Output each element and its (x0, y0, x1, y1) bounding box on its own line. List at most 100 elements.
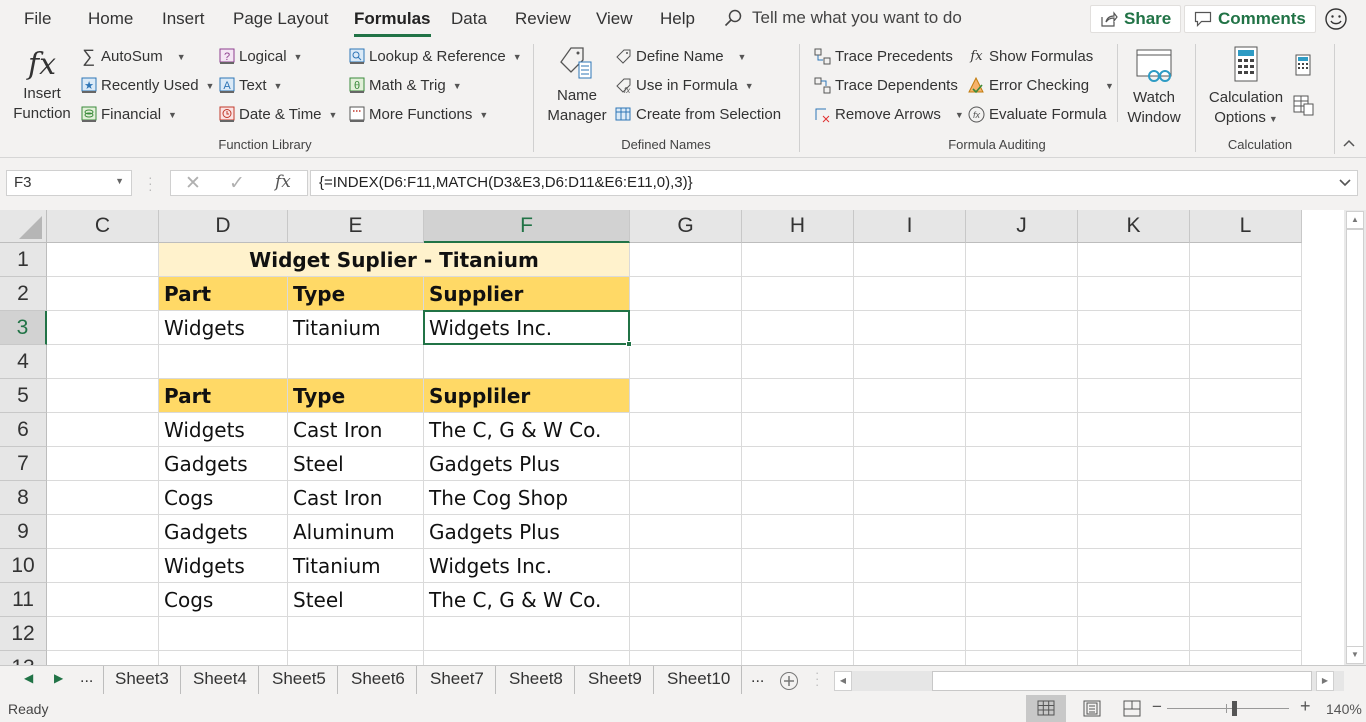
cell-I6[interactable] (854, 413, 966, 447)
worksheet-grid[interactable]: CDEFGHIJKL 12345678910111213 PartTypeSup… (0, 210, 1344, 665)
remove-arrows-button[interactable]: Remove Arrows ▼ (814, 106, 964, 123)
cell-F10[interactable]: Widgets Inc. (424, 549, 630, 583)
show-formulas-button[interactable]: fx Show Formulas (968, 48, 1093, 65)
column-header-l[interactable]: L (1190, 210, 1302, 243)
cell-J9[interactable] (966, 515, 1078, 549)
more-functions-button[interactable]: More Functions ▼ (348, 106, 488, 123)
column-header-f[interactable]: F (424, 210, 630, 243)
cell-D8[interactable]: Cogs (159, 481, 288, 515)
cell-D5[interactable]: Part (159, 379, 288, 413)
row-header-7[interactable]: 7 (0, 447, 47, 481)
cell-J12[interactable] (966, 617, 1078, 651)
cell-I5[interactable] (854, 379, 966, 413)
cell-K5[interactable] (1078, 379, 1190, 413)
cell-G5[interactable] (630, 379, 742, 413)
cell-F9[interactable]: Gadgets Plus (424, 515, 630, 549)
use-in-formula-button[interactable]: fx Use in Formula ▼ (615, 77, 754, 94)
feedback-smiley-icon[interactable] (1325, 8, 1347, 30)
scroll-left-button[interactable]: ◀ (834, 671, 852, 691)
row-header-5[interactable]: 5 (0, 379, 47, 413)
cell-K4[interactable] (1078, 345, 1190, 379)
cell-H11[interactable] (742, 583, 854, 617)
cell-I13[interactable] (854, 651, 966, 665)
cell-J11[interactable] (966, 583, 1078, 617)
page-layout-view-icon[interactable] (1083, 700, 1101, 717)
calculate-now-icon[interactable] (1293, 54, 1313, 76)
column-header-d[interactable]: D (159, 210, 288, 243)
cell-K10[interactable] (1078, 549, 1190, 583)
cell-L12[interactable] (1190, 617, 1302, 651)
cell-I9[interactable] (854, 515, 966, 549)
cell-C1[interactable] (47, 243, 159, 277)
cell-L10[interactable] (1190, 549, 1302, 583)
cell-I4[interactable] (854, 345, 966, 379)
cell-J5[interactable] (966, 379, 1078, 413)
cell-K3[interactable] (1078, 311, 1190, 345)
sheet-tab-sheet9[interactable]: Sheet9 (577, 666, 654, 694)
cell-D7[interactable]: Gadgets (159, 447, 288, 481)
title-cell-d1-f1[interactable]: Widget Suplier - Titanium (159, 243, 630, 277)
cell-J13[interactable] (966, 651, 1078, 665)
sheet-tab-sheet8[interactable]: Sheet8 (498, 666, 575, 694)
collapse-ribbon-icon[interactable] (1342, 138, 1356, 148)
cell-L1[interactable] (1190, 243, 1302, 277)
cell-J6[interactable] (966, 413, 1078, 447)
cell-F3[interactable]: Widgets Inc. (424, 311, 630, 345)
cell-D12[interactable] (159, 617, 288, 651)
sheet-tab-sheet10[interactable]: Sheet10 (656, 666, 743, 694)
row-header-6[interactable]: 6 (0, 413, 47, 447)
cell-D9[interactable]: Gadgets (159, 515, 288, 549)
zoom-level[interactable]: 140% (1326, 701, 1362, 717)
cell-G8[interactable] (630, 481, 742, 515)
date-time-button[interactable]: Date & Time ▼ (218, 106, 337, 123)
tab-page-layout[interactable]: Page Layout (233, 9, 328, 29)
comments-button[interactable]: Comments (1184, 5, 1316, 33)
cell-C3[interactable] (47, 311, 159, 345)
cell-C8[interactable] (47, 481, 159, 515)
row-header-9[interactable]: 9 (0, 515, 47, 549)
sheet-tab-sheet7[interactable]: Sheet7 (419, 666, 496, 694)
error-checking-button[interactable]: Error Checking ▼ (968, 77, 1114, 94)
cell-E3[interactable]: Titanium (288, 311, 424, 345)
cell-D4[interactable] (159, 345, 288, 379)
horizontal-scrollbar[interactable]: ◀ ▶ (834, 671, 1344, 691)
cell-H7[interactable] (742, 447, 854, 481)
column-header-k[interactable]: K (1078, 210, 1190, 243)
cell-L3[interactable] (1190, 311, 1302, 345)
cell-G12[interactable] (630, 617, 742, 651)
cell-G2[interactable] (630, 277, 742, 311)
cell-L11[interactable] (1190, 583, 1302, 617)
tab-formulas[interactable]: Formulas (354, 9, 431, 37)
cell-G11[interactable] (630, 583, 742, 617)
cell-G4[interactable] (630, 345, 742, 379)
cell-L2[interactable] (1190, 277, 1302, 311)
tab-home[interactable]: Home (88, 9, 133, 29)
vertical-scroll-thumb[interactable] (1346, 229, 1364, 647)
tab-data[interactable]: Data (451, 9, 487, 29)
define-name-button[interactable]: Define Name ▼ (615, 48, 746, 65)
fill-handle[interactable] (626, 341, 632, 347)
cell-J8[interactable] (966, 481, 1078, 515)
cell-C11[interactable] (47, 583, 159, 617)
trace-precedents-button[interactable]: Trace Precedents (814, 48, 953, 65)
cell-K13[interactable] (1078, 651, 1190, 665)
cell-E11[interactable]: Steel (288, 583, 424, 617)
cell-G3[interactable] (630, 311, 742, 345)
row-header-12[interactable]: 12 (0, 617, 47, 651)
row-header-3[interactable]: 3 (0, 311, 47, 345)
cell-D6[interactable]: Widgets (159, 413, 288, 447)
cell-C4[interactable] (47, 345, 159, 379)
cell-C2[interactable] (47, 277, 159, 311)
cell-E9[interactable]: Aluminum (288, 515, 424, 549)
row-header-2[interactable]: 2 (0, 277, 47, 311)
cell-I10[interactable] (854, 549, 966, 583)
cell-L6[interactable] (1190, 413, 1302, 447)
column-header-e[interactable]: E (288, 210, 424, 243)
formula-bar-grip-icon[interactable]: · · · (148, 170, 153, 196)
cell-E2[interactable]: Type (288, 277, 424, 311)
vertical-scrollbar[interactable]: ▲ ▼ (1344, 210, 1366, 665)
cell-H2[interactable] (742, 277, 854, 311)
cell-G13[interactable] (630, 651, 742, 665)
formula-input[interactable]: {=INDEX(D6:F11,MATCH(D3&E3,D6:D11&E6:E11… (310, 170, 1358, 196)
sheet-tab-sheet5[interactable]: Sheet5 (261, 666, 338, 694)
